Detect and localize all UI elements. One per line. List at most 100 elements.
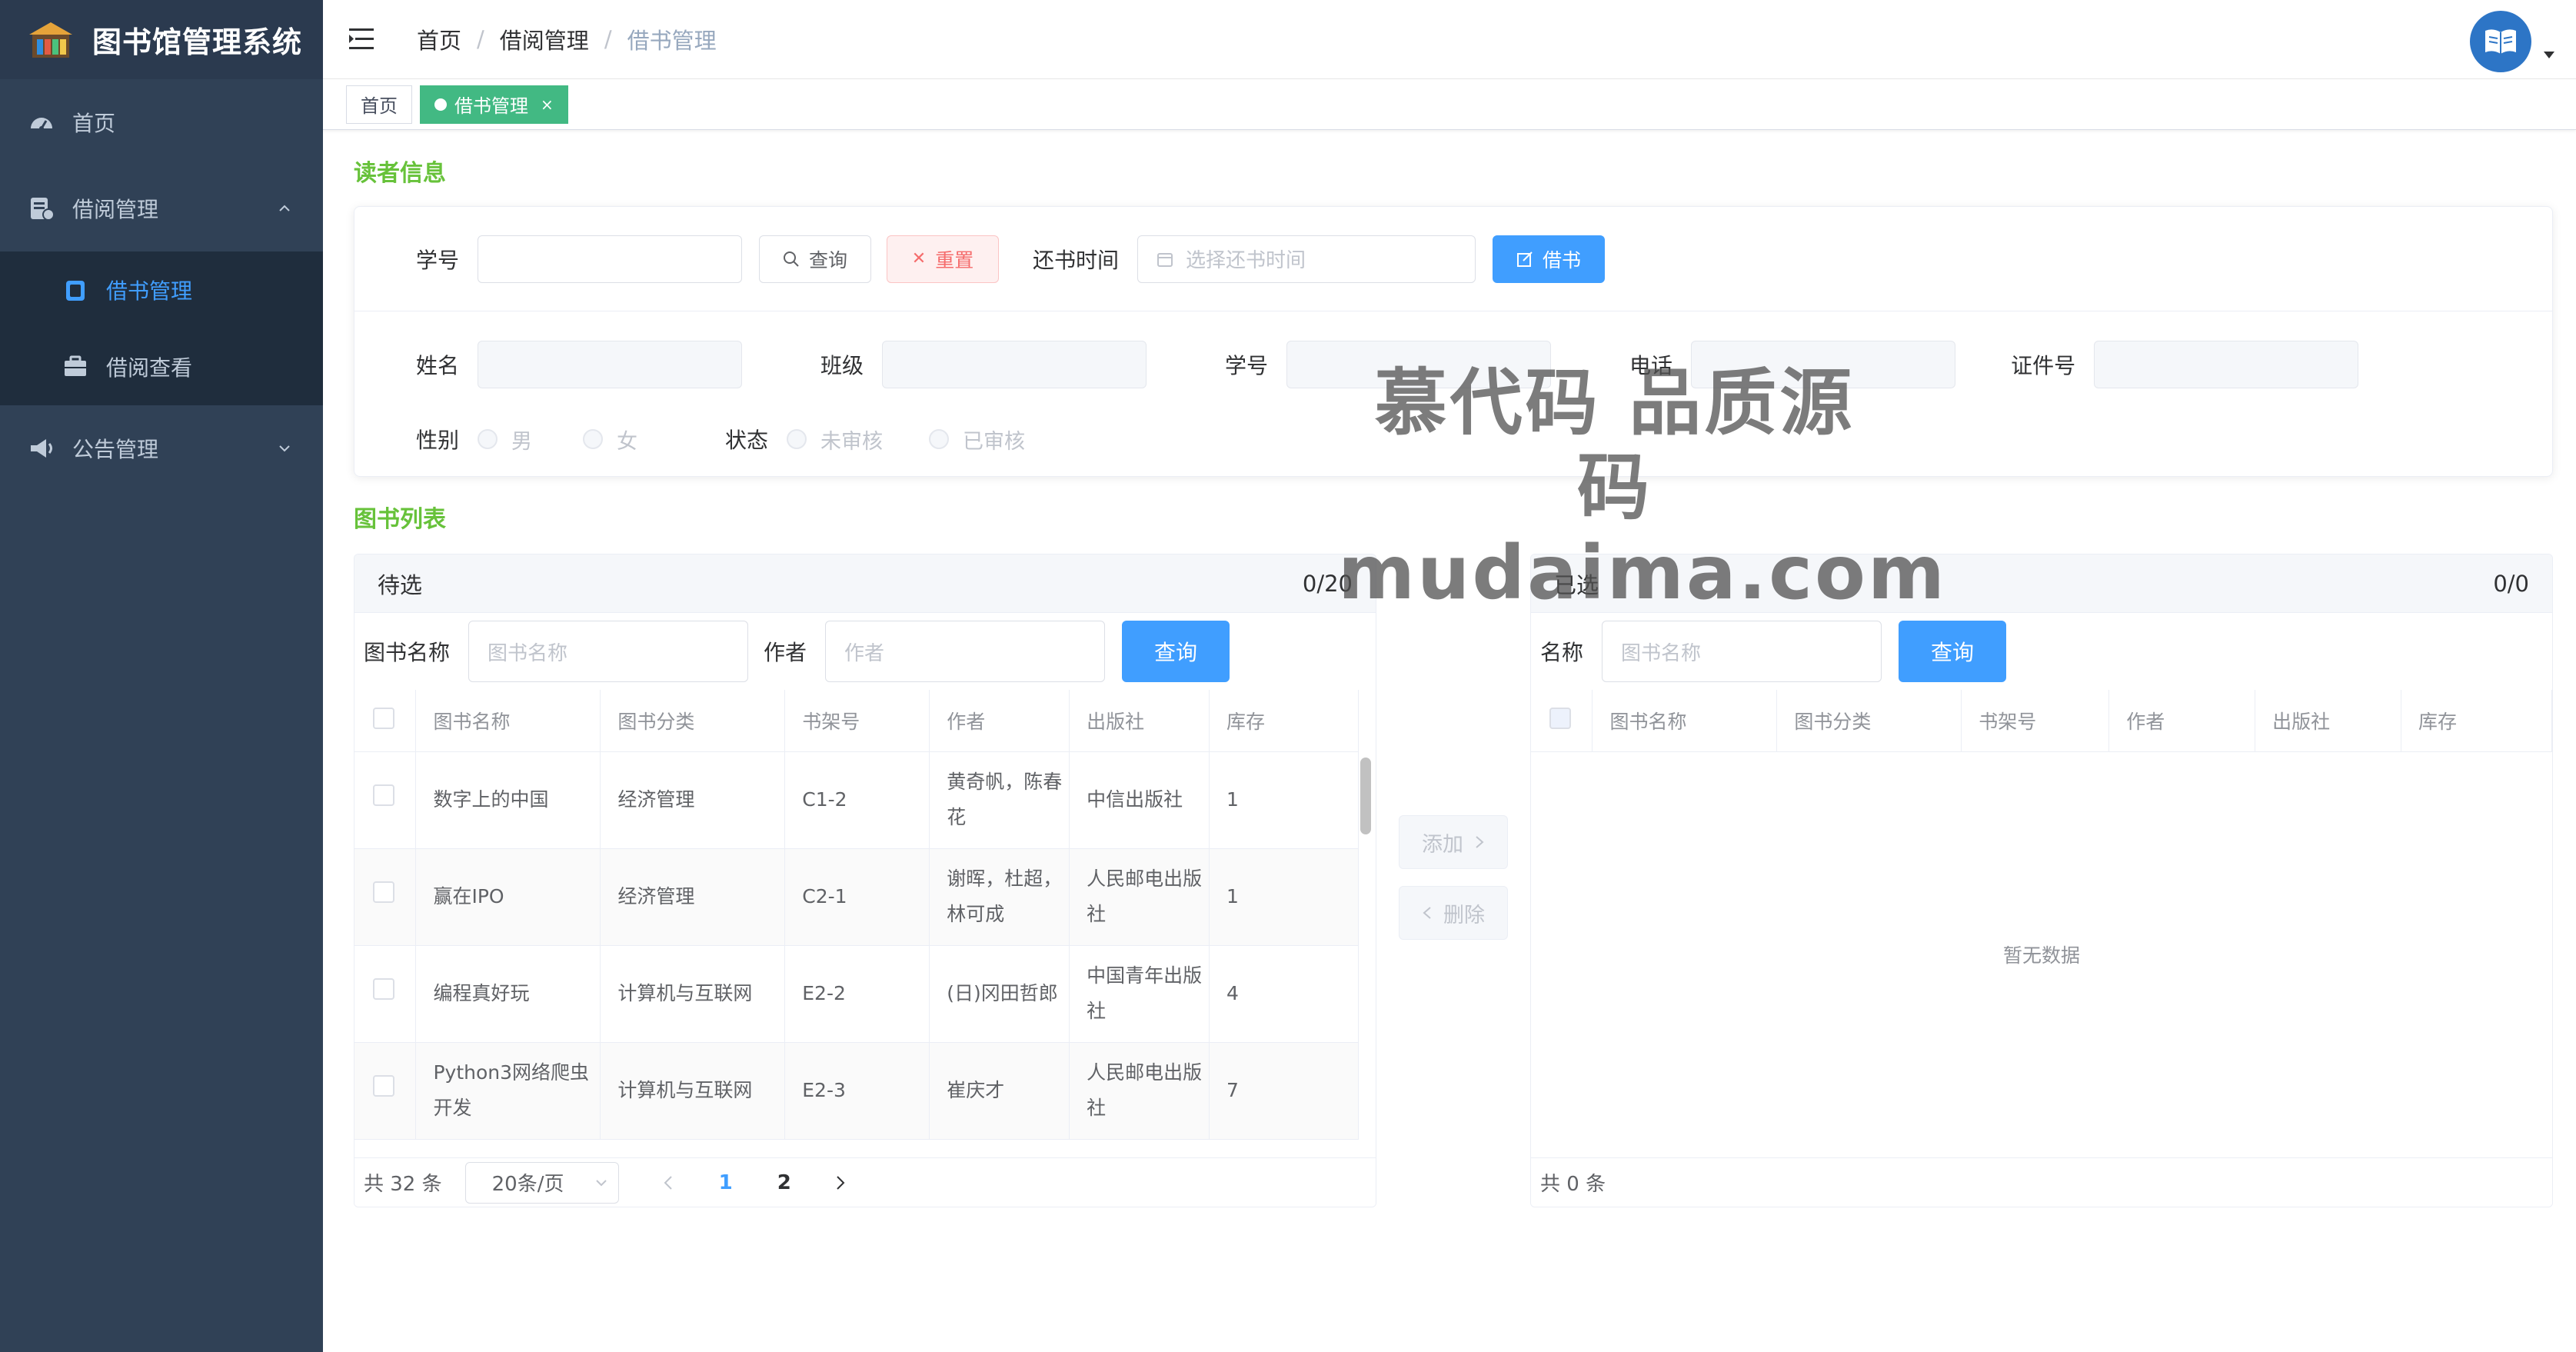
author-cell: (日)冈田哲郎 <box>929 945 1070 1043</box>
radio-label: 已审核 <box>963 429 1026 454</box>
search-reader-button[interactable]: 查询 <box>759 235 872 283</box>
book-name-input[interactable]: 图书名称 <box>468 621 749 682</box>
breadcrumb-home[interactable]: 首页 <box>417 23 461 55</box>
stock-cell: 1 <box>1209 751 1359 849</box>
publisher-cell: 人民邮电出版社 <box>1069 1042 1210 1140</box>
stock-cell: 7 <box>1209 1042 1359 1140</box>
column-header: 图书名称 <box>415 690 601 752</box>
breadcrumb: 首页 / 借阅管理 / 借书管理 <box>417 23 717 55</box>
library-logo-icon <box>29 22 72 58</box>
borrow-icon <box>31 198 55 221</box>
shelf-cell: C2-1 <box>784 848 930 946</box>
category-cell: 经济管理 <box>600 848 786 946</box>
radio-circle <box>929 429 950 449</box>
column-header: 书架号 <box>784 690 930 752</box>
row-checkbox[interactable] <box>373 784 394 806</box>
radio-female: 女 <box>583 425 637 455</box>
row-checkbox[interactable] <box>373 978 394 1000</box>
select-all-cell <box>354 690 417 752</box>
search-books-button[interactable]: 查询 <box>1122 621 1230 682</box>
column-header: 库存 <box>1209 690 1359 752</box>
table-row[interactable]: 数字上的中国 经济管理 C1-2 黄奇帆，陈春花 中信出版社 1 <box>354 751 1359 849</box>
radio-circle <box>478 429 498 449</box>
calendar-icon <box>1157 252 1173 267</box>
breadcrumb-current: 借书管理 <box>627 28 717 54</box>
shelf-cell: E2-3 <box>784 1042 930 1140</box>
book-transfer: 待选 0/20 图书名称 图书名称 作者 作者 查询 图书名称 图书分类 书架号… <box>354 554 2553 1207</box>
row-checkbox[interactable] <box>373 1075 394 1097</box>
radio-reviewed: 已审核 <box>929 425 1025 455</box>
watermark: 慕代码 品质源码 mudaima.com <box>1338 361 1945 615</box>
publisher-cell: 中信出版社 <box>1069 751 1210 849</box>
chevron-right-icon <box>1476 836 1484 848</box>
search-icon <box>784 251 799 267</box>
add-button[interactable]: 添加 <box>1399 815 1508 869</box>
sidebar-item-announcements[interactable]: 公告管理 <box>0 405 323 491</box>
table-row[interactable]: Python3网络爬虫开发 计算机与互联网 E2-3 崔庆才 人民邮电出版社 7 <box>354 1042 1359 1140</box>
column-header: 作者 <box>2108 690 2256 752</box>
column-header: 作者 <box>929 690 1070 752</box>
add-button-label: 添加 <box>1422 832 1463 857</box>
app-title: 图书馆管理系统 <box>92 25 303 59</box>
input-placeholder: 图书名称 <box>1621 641 1702 665</box>
category-cell: 经济管理 <box>600 751 786 849</box>
edit-icon <box>1517 251 1533 267</box>
select-all-checkbox[interactable] <box>1549 707 1571 729</box>
radio-circle <box>583 429 604 449</box>
selection-count: 0/0 <box>2493 570 2529 597</box>
panel-filter: 名称 图书名称 查询 <box>1531 613 2552 690</box>
name-filter-label: 名称 <box>1540 640 1584 665</box>
page-size-select[interactable]: 20条/页 <box>464 1161 619 1204</box>
sidebar-item-borrow-books[interactable]: 借书管理 <box>0 251 323 328</box>
transfer-buttons: 添加 删除 <box>1376 554 1530 1207</box>
book-name-cell: 赢在IPO <box>415 848 601 946</box>
tag-borrow-books[interactable]: 借书管理 × <box>420 85 568 124</box>
reset-button[interactable]: ✕ 重置 <box>887 235 1000 283</box>
sidebar-item-home[interactable]: 首页 <box>0 79 323 165</box>
category-cell: 计算机与互联网 <box>600 1042 786 1140</box>
column-header: 图书分类 <box>600 690 786 752</box>
search-selected-button[interactable]: 查询 <box>1899 621 2007 682</box>
table-row[interactable]: 编程真好玩 计算机与互联网 E2-2 (日)冈田哲郎 中国青年出版社 4 <box>354 945 1359 1043</box>
column-header: 出版社 <box>1069 690 1210 752</box>
table-header-row: 图书名称 图书分类 书架号 作者 出版社 库存 <box>354 690 1359 752</box>
return-date-picker[interactable]: 选择还书时间 <box>1137 235 1476 283</box>
author-input[interactable]: 作者 <box>825 621 1106 682</box>
stock-cell: 4 <box>1209 945 1359 1043</box>
name-label: 姓名 <box>416 353 460 378</box>
next-page-icon[interactable] <box>834 1175 847 1190</box>
student-id-input[interactable] <box>478 235 743 283</box>
sidebar-item-label: 借阅管理 <box>72 197 159 222</box>
select-all-cell <box>1531 690 1593 752</box>
table-row[interactable]: 赢在IPO 经济管理 C2-1 谢晖，杜超，林可成 人民邮电出版社 1 <box>354 848 1359 946</box>
select-all-checkbox[interactable] <box>373 707 394 729</box>
publisher-cell: 中国青年出版社 <box>1069 945 1210 1043</box>
borrow-button[interactable]: 借书 <box>1493 235 1606 283</box>
book-name-label: 图书名称 <box>364 640 451 665</box>
user-menu[interactable] <box>2470 11 2554 72</box>
delete-button[interactable]: 删除 <box>1399 886 1508 940</box>
tag-home[interactable]: 首页 <box>346 85 412 124</box>
panel-header: 待选 0/20 <box>354 554 1376 613</box>
page-number[interactable]: 2 <box>777 1171 791 1194</box>
author-label: 作者 <box>764 640 807 665</box>
radio-label: 男 <box>511 429 533 454</box>
chevron-down-icon <box>279 445 290 452</box>
submenu-borrow: 借书管理 借阅查看 <box>0 251 323 405</box>
page-number-current[interactable]: 1 <box>719 1171 733 1194</box>
gender-label: 性别 <box>416 428 460 453</box>
search-button-label: 查询 <box>809 248 848 271</box>
prev-page-icon[interactable] <box>662 1175 674 1190</box>
sidebar-item-borrow-management[interactable]: 借阅管理 <box>0 165 323 251</box>
table-scrollbar[interactable] <box>1360 758 1371 834</box>
row-checkbox[interactable] <box>373 881 394 903</box>
hamburger-icon[interactable] <box>349 27 380 52</box>
sid-label: 学号 <box>1225 353 1269 378</box>
table-header-row: 图书名称 图书分类 书架号 作者 出版社 库存 <box>1531 690 2552 752</box>
close-icon[interactable]: × <box>541 95 554 114</box>
avatar[interactable] <box>2470 11 2531 72</box>
sidebar-item-borrow-view[interactable]: 借阅查看 <box>0 328 323 405</box>
selected-book-name-input[interactable]: 图书名称 <box>1602 621 1882 682</box>
search-button-label: 查询 <box>1154 640 1198 665</box>
breadcrumb-borrow-management[interactable]: 借阅管理 <box>500 23 589 55</box>
